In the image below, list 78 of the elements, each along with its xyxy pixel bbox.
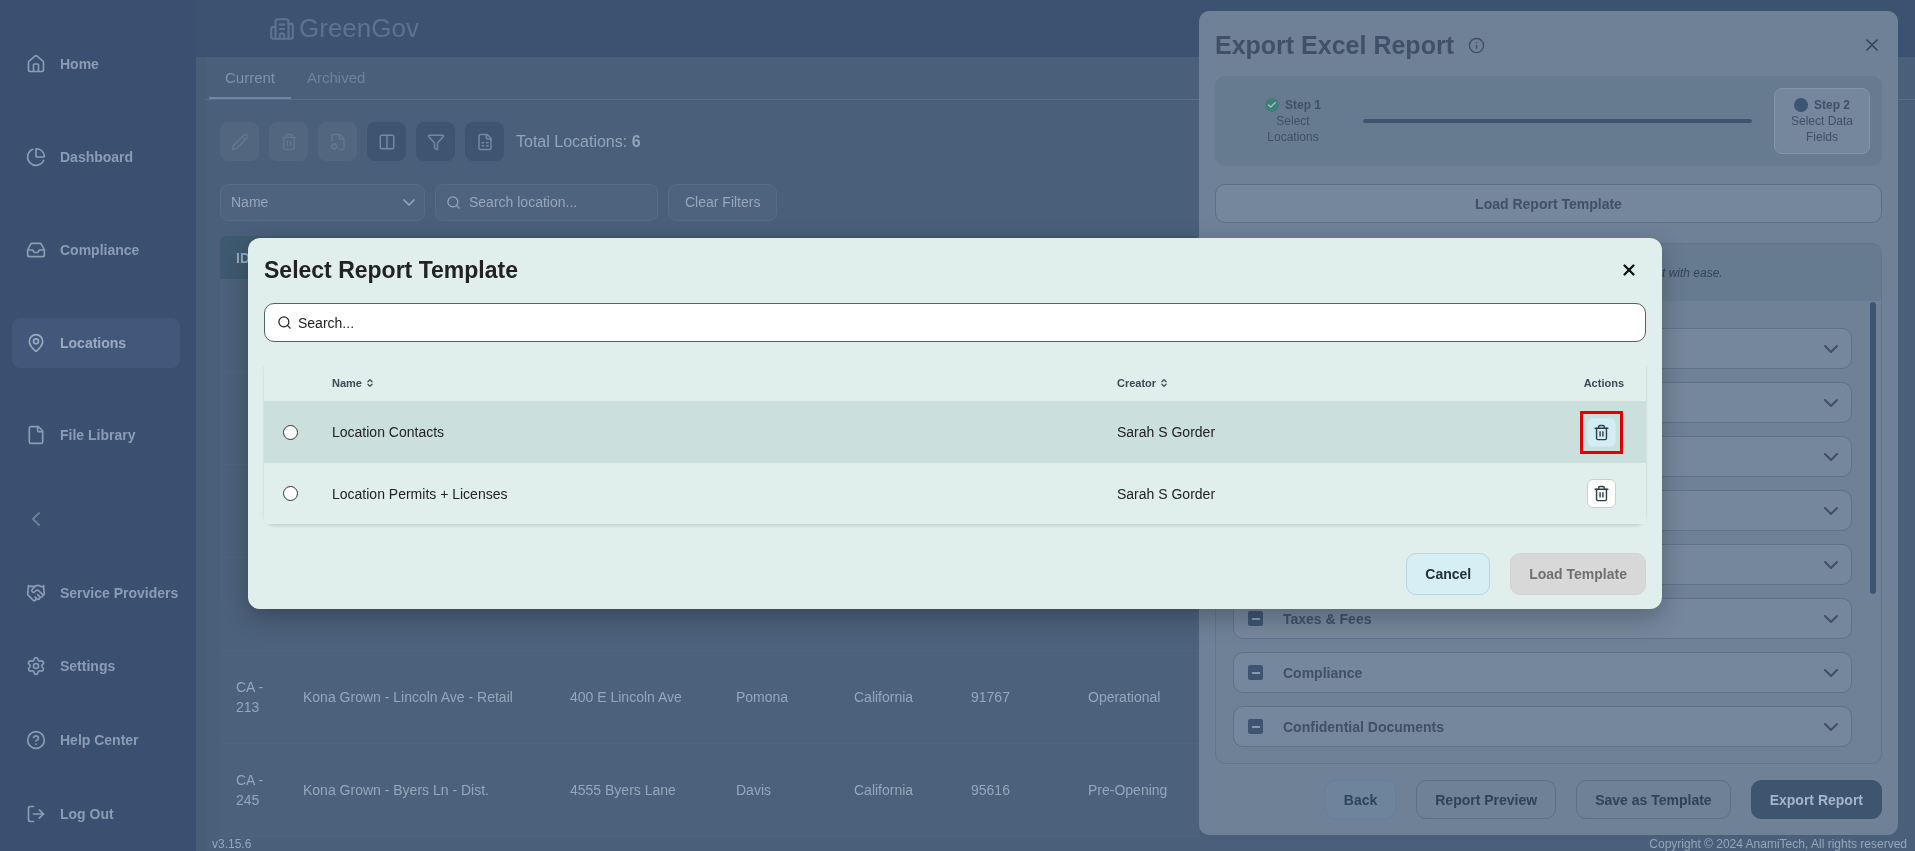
toolbar-button[interactable]	[465, 122, 504, 161]
table-cell-text: 4555 Byers Lane	[570, 780, 677, 800]
table-cell-text: CA - 213	[236, 677, 265, 717]
table-cell-text: Pomona	[736, 687, 790, 707]
checkbox[interactable]	[1248, 611, 1263, 626]
table-cell-text: 91767	[971, 687, 1011, 707]
table-cell-text: California	[854, 780, 915, 800]
total-locations: Total Locations: 6	[516, 132, 641, 151]
table-cell-text: Kona Grown - Byers Ln - Dist.	[303, 780, 490, 800]
sidebar-item[interactable]: Compliance	[12, 224, 180, 275]
search-field[interactable]: Search...	[264, 303, 1646, 342]
dialog-button[interactable]: Cancel	[1406, 553, 1491, 595]
table-cell-text: CA - 245	[236, 770, 265, 810]
table-cell-text: Davis	[736, 780, 772, 800]
home-icon	[26, 54, 46, 75]
copyright-text: Copyright © 2024 AnamiTech, All rights reserved	[1649, 838, 1907, 851]
sort-icon[interactable]	[1159, 377, 1170, 388]
template-row[interactable]: Location Permits + Licenses Sarah S Gorder	[264, 463, 1646, 524]
table-cell-text: 95616	[971, 780, 1011, 800]
clear-filters-button[interactable]: Clear Filters	[668, 183, 778, 221]
footer-button[interactable]: Back	[1324, 780, 1397, 819]
radio-button[interactable]	[282, 486, 298, 501]
columns-icon	[377, 132, 396, 151]
version-label: v3.15.6	[212, 837, 252, 851]
close-icon[interactable]	[1620, 261, 1638, 279]
step-dot	[1794, 97, 1808, 112]
handshake-icon	[26, 582, 46, 603]
sidebar-item[interactable]: Settings	[12, 641, 180, 692]
trash-icon	[1592, 423, 1610, 441]
table-cell-text: Operational	[1088, 687, 1162, 707]
footer-button[interactable]: Export Report	[1750, 780, 1882, 819]
search-icon	[446, 194, 461, 210]
info-icon[interactable]	[1467, 36, 1485, 54]
map-pin-icon	[26, 332, 46, 353]
footer-button[interactable]: Save as Template	[1576, 780, 1731, 819]
sidebar-item[interactable]: Locations	[12, 317, 180, 368]
search-icon	[277, 315, 292, 330]
column-header[interactable]: Name	[332, 376, 1117, 389]
chevron-icon	[404, 199, 414, 205]
toolbar-button[interactable]	[367, 122, 406, 161]
sidebar-item[interactable]: Help Center	[12, 715, 180, 766]
template-name: Location Contacts	[332, 424, 446, 440]
help-icon	[26, 730, 46, 751]
creator-name: Sarah S Gorder	[1117, 485, 1217, 502]
footer-button[interactable]: Report Preview	[1416, 780, 1557, 819]
sidebar-item[interactable]: File Library	[12, 410, 180, 461]
sidebar-item[interactable]: Log Out	[12, 789, 180, 840]
delete-button[interactable]	[1586, 479, 1616, 508]
settings-icon	[26, 656, 46, 677]
pie-chart-icon	[26, 147, 46, 168]
checkbox[interactable]	[1248, 719, 1263, 734]
template-name: Location Permits + Licenses	[332, 485, 509, 502]
dialog-title: Select Report Template	[264, 256, 518, 284]
column-header: Actions	[1583, 376, 1624, 389]
sidebar-item[interactable]: Service Providers	[12, 567, 180, 618]
logout-icon	[26, 804, 46, 825]
sort-icon[interactable]	[364, 377, 375, 388]
scrollbar[interactable]	[1870, 302, 1876, 594]
delete-button[interactable]	[1586, 417, 1616, 447]
template-row[interactable]: Location Contacts Sarah S Gorder	[264, 401, 1646, 463]
trash-icon	[1592, 485, 1610, 502]
filter-icon	[426, 132, 445, 151]
table-cell-text: Kona Grown - Lincoln Ave - Retail	[303, 687, 514, 707]
field-select[interactable]: Name	[220, 183, 425, 221]
building-icon	[269, 15, 295, 42]
radio-button[interactable]	[282, 424, 298, 440]
spreadsheet-icon	[475, 132, 494, 151]
toolbar-button[interactable]	[416, 122, 455, 161]
table-cell-text: 400 E Lincoln Ave	[570, 687, 683, 707]
checkbox[interactable]	[1248, 665, 1263, 680]
creator-name: Sarah S Gorder	[1117, 424, 1217, 440]
search-field[interactable]: Search location...	[435, 183, 658, 221]
table-cell-text: Pre-Opening	[1088, 780, 1169, 800]
sidebar-item[interactable]: Dashboard	[12, 132, 180, 183]
file-icon	[26, 425, 46, 446]
table-cell-text: California	[854, 687, 915, 707]
column-header[interactable]: Creator	[1117, 376, 1556, 389]
sidebar-item[interactable]: Home	[12, 39, 180, 90]
